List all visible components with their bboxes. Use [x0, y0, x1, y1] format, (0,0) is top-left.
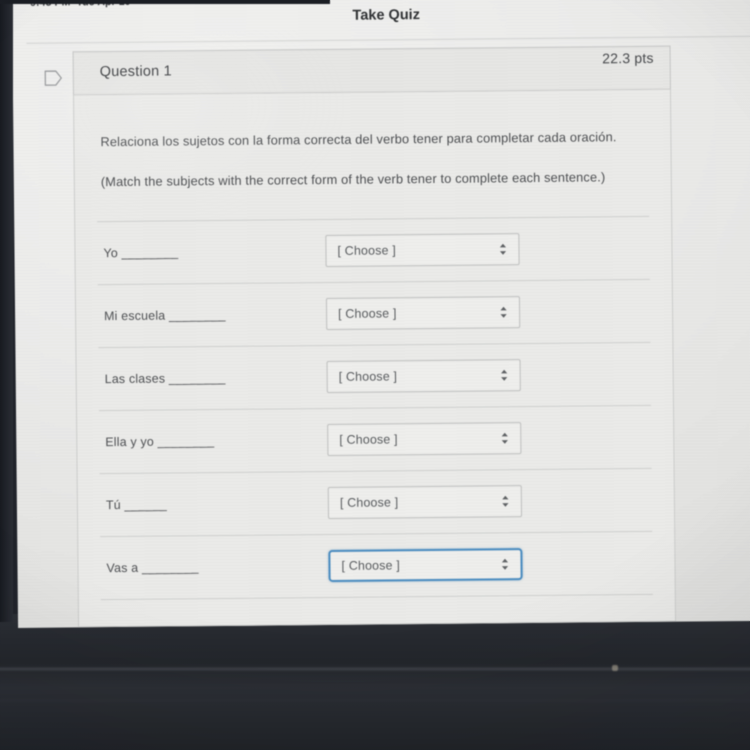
chevron-up-down-icon [502, 495, 509, 507]
matching-row-label: Yo ________ [103, 245, 179, 260]
chevron-up-down-icon [499, 243, 507, 255]
device-body-edge-secondary [0, 700, 750, 701]
choose-dropdown-focused[interactable]: [ Choose ] [328, 547, 523, 582]
device-body-surface [0, 614, 750, 750]
choose-dropdown[interactable]: [ Choose ] [326, 358, 521, 393]
question-title: Question 1 [99, 63, 172, 81]
choose-dropdown-value: [ Choose ] [337, 243, 397, 258]
matching-row: Tú ______ [ Choose ] [99, 467, 653, 536]
nav-divider [26, 35, 750, 44]
question-prompt-english: (Match the subjects with the correct for… [100, 169, 606, 190]
matching-row: Vas a ________ [ Choose ] [100, 530, 653, 600]
question-card: Question 1 22.3 pts Relaciona los sujeto… [44, 45, 677, 628]
chevron-up-down-icon [500, 306, 507, 318]
chevron-up-down-icon [501, 432, 508, 444]
matching-row-label: Tú ______ [105, 497, 168, 512]
matching-row: Ella y yo ________ [ Choose ] [98, 404, 652, 473]
screen-bezel-top [0, 0, 330, 4]
matching-row-label: Ella y yo ________ [105, 433, 215, 449]
device-body-edge-highlight [0, 668, 750, 670]
question-points: 22.3 pts [602, 49, 654, 67]
choose-dropdown-value: [ Choose ] [339, 432, 398, 447]
choose-dropdown[interactable]: [ Choose ] [327, 484, 523, 519]
flag-outline-icon[interactable] [44, 70, 63, 87]
choose-dropdown[interactable]: [ Choose ] [325, 232, 520, 267]
chevron-up-down-icon [501, 558, 509, 570]
question-body: Relaciona los sujetos con la forma corre… [72, 89, 677, 628]
chevron-up-down-icon [501, 369, 508, 381]
matching-row-label: Mi escuela ________ [104, 307, 226, 323]
matching-row: Las clases ________ [ Choose ] [98, 341, 651, 410]
matching-row-label: Vas a ________ [106, 560, 199, 575]
nav-header: ··· Take Quiz [12, 0, 750, 44]
choose-dropdown-value: [ Choose ] [341, 558, 401, 573]
choose-dropdown-value: [ Choose ] [338, 369, 398, 384]
matching-row: Mi escuela ________ [ Choose ] [97, 278, 651, 347]
question-prompt-spanish: Relaciona los sujetos con la forma corre… [100, 129, 617, 150]
choose-dropdown[interactable]: [ Choose ] [327, 421, 522, 456]
matching-row-label: Las clases ________ [104, 370, 226, 386]
choose-dropdown-value: [ Choose ] [339, 495, 399, 510]
matching-row: Yo ________ [ Choose ] [97, 215, 650, 285]
tablet-screen: 9:43 PM Tue Apr 19 ··· Take Quiz Questio… [12, 0, 750, 628]
photo-scene: 9:43 PM Tue Apr 19 ··· Take Quiz Questio… [0, 0, 750, 750]
choose-dropdown[interactable]: [ Choose ] [325, 295, 521, 330]
choose-dropdown-value: [ Choose ] [338, 306, 397, 321]
surface-speck [612, 665, 618, 671]
overflow-menu-icon[interactable]: ··· [375, 0, 396, 2]
page-title: Take Quiz [352, 7, 421, 24]
screen-bezel-left [0, 0, 13, 622]
question-header: Question 1 22.3 pts [44, 45, 671, 96]
matching-rows: Yo ________ [ Choose ] Mi escuela ______… [97, 215, 653, 600]
